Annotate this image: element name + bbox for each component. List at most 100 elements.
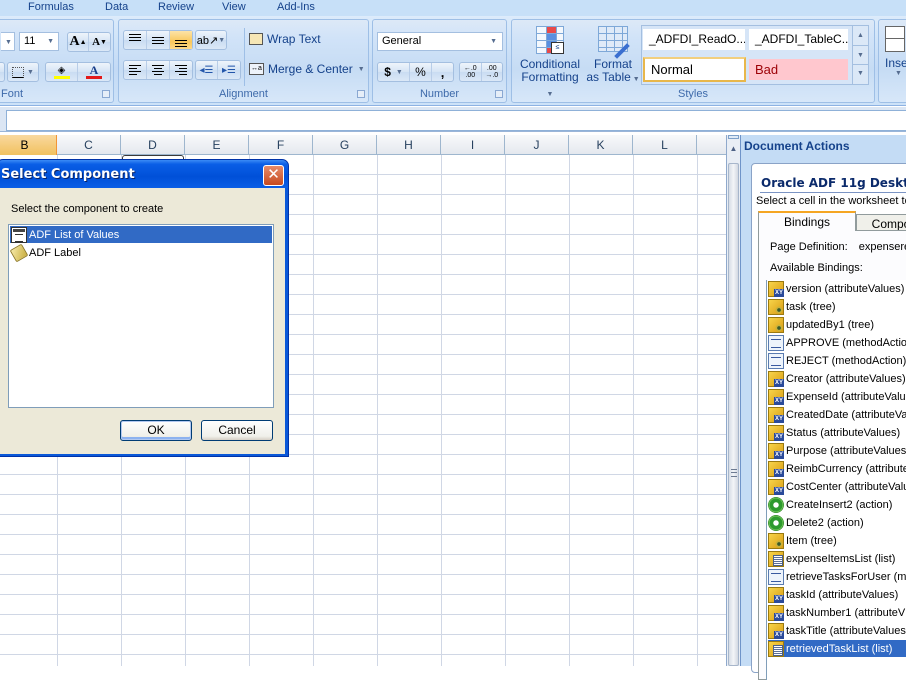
binding-item[interactable]: retrievedTaskList (list) [768,640,906,657]
attribute-values-icon [768,460,784,477]
tab-view[interactable]: View [222,0,246,14]
align-top-button[interactable] [124,31,147,49]
formula-input[interactable] [6,110,906,131]
dialog-prompt: Select the component to create [11,203,164,215]
binding-label: APPROVE (methodAction [786,336,906,349]
binding-item[interactable]: CostCenter (attributeValu [768,478,906,495]
component-list-item[interactable]: ADF Label [9,243,272,262]
column-header-j[interactable]: J [505,135,569,155]
underline-button[interactable] [0,62,5,82]
format-as-table-button[interactable]: Format as Table ▼ [586,24,640,88]
binding-item[interactable]: taskId (attributeValues) [768,586,906,603]
tab-add-ins[interactable]: Add-Ins [277,0,315,14]
binding-item[interactable]: taskTitle (attributeValues [768,622,906,639]
binding-item[interactable]: APPROVE (methodAction [768,334,906,351]
align-middle-button[interactable] [147,31,170,49]
orientation-button[interactable]: ab↗ ▼ [195,30,227,50]
number-format-dropdown[interactable]: General ▼ [377,32,503,51]
binding-item[interactable]: Item (tree) [768,532,906,549]
binding-label: version (attributeValues) [786,282,905,295]
binding-item[interactable]: REJECT (methodAction) [768,352,906,369]
tab-data[interactable]: Data [105,0,128,14]
cancel-button[interactable]: Cancel [201,420,273,441]
binding-item[interactable]: version (attributeValues) [768,280,906,297]
column-header-b[interactable]: B [0,135,57,155]
tab-components[interactable]: Compo [856,214,906,231]
column-header-e[interactable]: E [185,135,249,155]
gallery-more-button[interactable]: ▼ [853,65,868,84]
component-list-item[interactable]: ADF List of Values [10,226,272,243]
column-header-g[interactable]: G [313,135,377,155]
fill-color-button[interactable]: ◈ [46,63,79,81]
insert-button[interactable]: Inse ▼ [885,26,906,86]
tab-review[interactable]: Review [158,0,194,14]
increase-indent-button[interactable]: ▸☰ [218,61,240,79]
font-color-button[interactable]: A [78,63,110,81]
binding-item[interactable]: CreatedDate (attributeVa [768,406,906,423]
ok-button[interactable]: OK [120,420,192,441]
currency-button[interactable]: $ ▼ [378,63,410,81]
column-header-l[interactable]: L [633,135,697,155]
column-header-c[interactable]: C [57,135,121,155]
number-dialog-launcher[interactable] [495,90,503,98]
bindings-list[interactable]: version (attributeValues) task (tree) upda… [766,280,906,680]
binding-item[interactable]: taskNumber1 (attributeV [768,604,906,621]
binding-item[interactable]: ExpenseId (attributeValu [768,388,906,405]
binding-item[interactable]: expenseItemsList (list) [768,550,906,567]
align-center-button[interactable] [147,61,170,79]
decrease-decimal-button[interactable]: .00 →.0 [482,63,503,81]
increase-decimal-button[interactable]: ←.0.00 [460,63,482,81]
binding-label: CostCenter (attributeValu [786,480,906,493]
gallery-scroll-down-button[interactable]: ▼ [853,46,868,65]
conditional-formatting-button[interactable]: ≤ Conditional Formatting ▼ [517,24,583,98]
dialog-titlebar[interactable]: Select Component ✕ [0,160,288,188]
vertical-scrollbar[interactable]: ▲ [726,135,740,666]
number-format-value: General [382,35,422,47]
binding-item[interactable]: Delete2 (action) [768,514,906,531]
percent-button[interactable]: % [410,63,432,81]
binding-item[interactable]: task (tree) [768,298,906,315]
column-header-i[interactable]: I [441,135,505,155]
binding-item[interactable]: updatedBy1 (tree) [768,316,906,333]
comma-button[interactable]: , [432,63,453,81]
borders-button[interactable]: ▼ [7,62,39,82]
gallery-scroll-up-button[interactable]: ▲ [853,26,868,46]
binding-item[interactable]: CreateInsert2 (action) [768,496,906,513]
font-size-dropdown[interactable]: 11 ▼ [19,32,59,51]
tab-bindings[interactable]: Bindings [758,211,856,231]
component-list[interactable]: ADF List of Values ADF Label [8,224,274,408]
column-header-h[interactable]: H [377,135,441,155]
style-bad[interactable]: Bad [749,59,848,80]
grow-font-button[interactable]: A ▲ [68,33,90,51]
column-header-k[interactable]: K [569,135,633,155]
style-adfdi-readonly[interactable]: _ADFDI_ReadO... [643,29,745,50]
font-dialog-launcher[interactable] [102,90,110,98]
close-button[interactable]: ✕ [263,165,284,186]
scroll-thumb[interactable] [728,163,739,666]
decrease-indent-button[interactable]: ◂☰ [196,61,218,79]
attribute-values-icon [768,370,784,387]
column-header-d[interactable]: D [121,135,185,155]
align-left-button[interactable] [124,61,147,79]
split-box[interactable] [728,135,739,139]
merge-center-button[interactable]: ↔a Merge & Center ▼ [249,62,365,76]
tab-formulas[interactable]: Formulas [28,0,74,14]
component-label: ADF Label [29,246,81,259]
binding-item[interactable]: ReimbCurrency (attribute [768,460,906,477]
font-name-dropdown[interactable]: ▼ [1,32,15,51]
column-header-f[interactable]: F [249,135,313,155]
binding-item[interactable]: Creator (attributeValues) [768,370,906,387]
chevron-down-icon: ▼ [357,65,365,73]
style-adfdi-tablecell[interactable]: _ADFDI_TableC... [749,29,848,50]
scroll-up-button[interactable]: ▲ [727,140,740,158]
alignment-dialog-launcher[interactable] [357,90,365,98]
binding-item[interactable]: Status (attributeValues) [768,424,906,441]
wrap-text-button[interactable]: Wrap Text [249,32,321,46]
wrap-text-label: Wrap Text [267,32,321,46]
shrink-font-button[interactable]: A ▼ [89,33,110,51]
align-right-button[interactable] [170,61,192,79]
style-normal[interactable]: Normal [643,57,746,82]
binding-item[interactable]: retrieveTasksForUser (m [768,568,906,585]
align-bottom-button[interactable] [170,31,192,49]
binding-item[interactable]: Purpose (attributeValues [768,442,906,459]
